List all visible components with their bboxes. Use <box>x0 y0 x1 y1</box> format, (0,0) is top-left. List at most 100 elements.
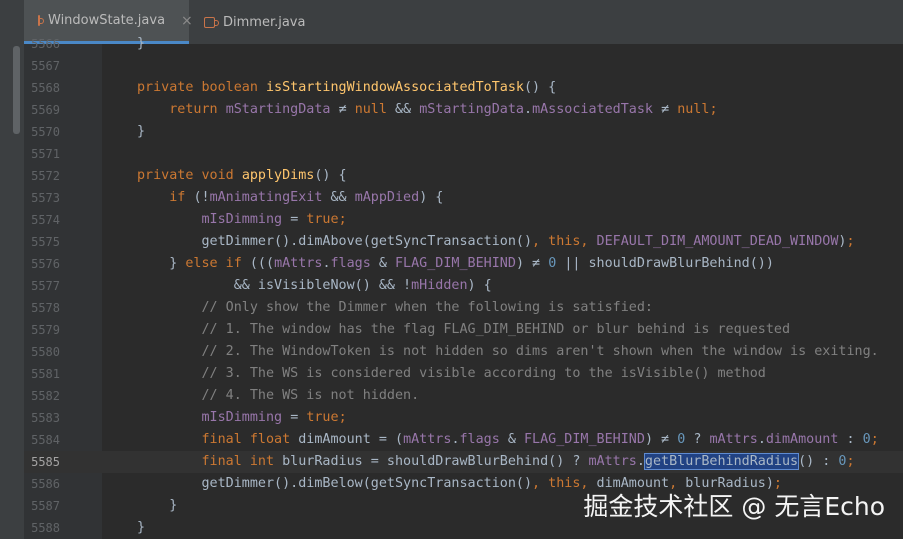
line-number: 5582 <box>31 389 60 403</box>
code-token: null <box>677 102 710 117</box>
code-text: } <box>137 33 145 55</box>
code-token: ) { <box>419 190 444 205</box>
code-line[interactable]: 5568 private boolean isStartingWindowAsso… <box>0 77 903 99</box>
code-text: if (!mAnimatingExit && mAppDied) { <box>137 187 443 209</box>
code-token: . <box>451 432 460 447</box>
code-token: mAttrs <box>588 454 637 469</box>
line-number: 5575 <box>31 235 60 249</box>
code-token: & <box>378 256 395 271</box>
line-number: 5572 <box>31 169 60 183</box>
code-text: && isVisibleNow() && !mHidden) { <box>137 275 492 297</box>
line-number: 5585 <box>31 455 60 469</box>
tab-label: Dimmer.java <box>223 14 306 30</box>
code-line[interactable]: 5584 final float dimAmount = (mAttrs.fla… <box>0 429 903 451</box>
line-number: 5566 <box>31 37 60 51</box>
code-line[interactable]: 5583 mIsDimming = true; <box>0 407 903 429</box>
code-line[interactable]: 5577 && isVisibleNow() && !mHidden) { <box>0 275 903 297</box>
code-line[interactable]: 5576 } else if (((mAttrs.flags & FLAG_DI… <box>0 253 903 275</box>
code-token: } <box>137 520 146 535</box>
code-line[interactable]: 5582 // 4. The WS is not hidden. <box>0 385 903 407</box>
code-token: . <box>636 454 645 469</box>
code-text: } <box>137 121 145 143</box>
code-token: // 2. The WindowToken is not hidden so d… <box>137 344 879 359</box>
code-token: () : <box>798 454 839 469</box>
java-file-icon <box>38 15 44 26</box>
line-number: 5567 <box>31 59 60 73</box>
code-line[interactable]: 5585 final int blurRadius = shouldDrawBl… <box>0 451 903 473</box>
code-token: ; <box>709 102 718 117</box>
code-token: mIsDimming <box>137 410 291 425</box>
line-number: 5573 <box>31 191 60 205</box>
code-token: getDimmer().dimBelow(getSyncTransaction(… <box>137 476 533 491</box>
code-line[interactable]: 5581 // 3. The WS is considered visible … <box>0 363 903 385</box>
code-token: mStartingData <box>419 102 524 117</box>
code-text: // 3. The WS is considered visible accor… <box>137 363 766 385</box>
code-line[interactable]: 5575 getDimmer().dimAbove(getSyncTransac… <box>0 231 903 253</box>
code-text: } <box>137 517 145 539</box>
code-token: (! <box>193 190 210 205</box>
code-text: getDimmer().dimAbove(getSyncTransaction(… <box>137 231 855 253</box>
code-token: // 1. The window has the flag FLAG_DIM_B… <box>137 322 791 337</box>
line-number: 5579 <box>31 323 60 337</box>
code-token: 0 <box>677 432 694 447</box>
code-token: () { <box>523 80 557 95</box>
code-token: return <box>137 102 226 117</box>
code-line[interactable]: 5574 mIsDimming = true; <box>0 209 903 231</box>
code-token: DEFAULT_DIM_AMOUNT_DEAD_WINDOW <box>596 234 839 249</box>
code-token: FLAG_DIM_BEHIND <box>524 432 645 447</box>
code-token: & <box>507 432 524 447</box>
code-token: 0 <box>862 432 871 447</box>
code-token: ; <box>870 432 879 447</box>
code-token: else if <box>185 256 250 271</box>
code-token: : <box>846 432 863 447</box>
code-token: mHidden <box>411 278 468 293</box>
code-token: ) { <box>467 278 492 293</box>
code-line[interactable]: 5580 // 2. The WindowToken is not hidden… <box>0 341 903 363</box>
line-number: 5588 <box>31 521 60 535</box>
code-token: // 4. The WS is not hidden. <box>137 388 420 403</box>
code-line[interactable]: 5566} <box>0 33 903 55</box>
code-token: ? <box>693 432 710 447</box>
code-text: return mStartingData ≠ null && mStarting… <box>137 99 718 121</box>
code-token: ; <box>846 234 855 249</box>
code-token: isStartingWindowAssociatedToTask <box>266 80 524 95</box>
code-token: mIsDimming <box>137 212 291 227</box>
code-token: . <box>322 256 331 271</box>
selected-token: getBlurBehindRadius <box>643 453 800 470</box>
code-text: // 4. The WS is not hidden. <box>137 385 419 407</box>
code-text: // 1. The window has the flag FLAG_DIM_B… <box>137 319 790 341</box>
code-token: } <box>137 498 178 513</box>
code-token: && <box>395 102 420 117</box>
code-line[interactable]: 5570} <box>0 121 903 143</box>
code-line[interactable]: 5571 <box>0 143 903 165</box>
line-number: 5581 <box>31 367 60 381</box>
code-token: getDimmer().dimAbove(getSyncTransaction(… <box>137 234 533 249</box>
code-token: mAttrs <box>403 432 452 447</box>
code-token: // 3. The WS is considered visible accor… <box>137 366 766 381</box>
line-number: 5578 <box>31 301 60 315</box>
code-text: private void applyDims() { <box>137 165 347 187</box>
line-number: 5584 <box>31 433 60 447</box>
code-token: null <box>354 102 395 117</box>
code-token: ) ≠ <box>515 256 549 271</box>
code-token: mStartingData <box>225 102 339 117</box>
code-token: private void <box>137 168 242 183</box>
code-line[interactable]: 5572 private void applyDims() { <box>0 165 903 187</box>
code-line[interactable]: 5578 // Only show the Dimmer when the fo… <box>0 297 903 319</box>
code-token: // Only show the Dimmer when the followi… <box>137 300 653 315</box>
code-token: } <box>137 256 186 271</box>
line-number: 5580 <box>31 345 60 359</box>
code-line[interactable]: 5573 if (!mAnimatingExit && mAppDied) { <box>0 187 903 209</box>
code-text: } else if (((mAttrs.flags & FLAG_DIM_BEH… <box>137 253 774 275</box>
code-line[interactable]: 5567 <box>0 55 903 77</box>
code-token: blurRadius = shouldDrawBlurBehind() ? <box>282 454 589 469</box>
code-text: } <box>137 495 177 517</box>
code-text: final int blurRadius = shouldDrawBlurBeh… <box>137 451 855 473</box>
line-number: 5570 <box>31 125 60 139</box>
tab-label: WindowState.java <box>48 13 166 28</box>
line-number: 5576 <box>31 257 60 271</box>
code-line[interactable]: 5569 return mStartingData ≠ null && mSta… <box>0 99 903 121</box>
code-token: FLAG_DIM_BEHIND <box>395 256 516 271</box>
code-line[interactable]: 5579 // 1. The window has the flag FLAG_… <box>0 319 903 341</box>
code-token: dimAmount = ( <box>298 432 404 447</box>
